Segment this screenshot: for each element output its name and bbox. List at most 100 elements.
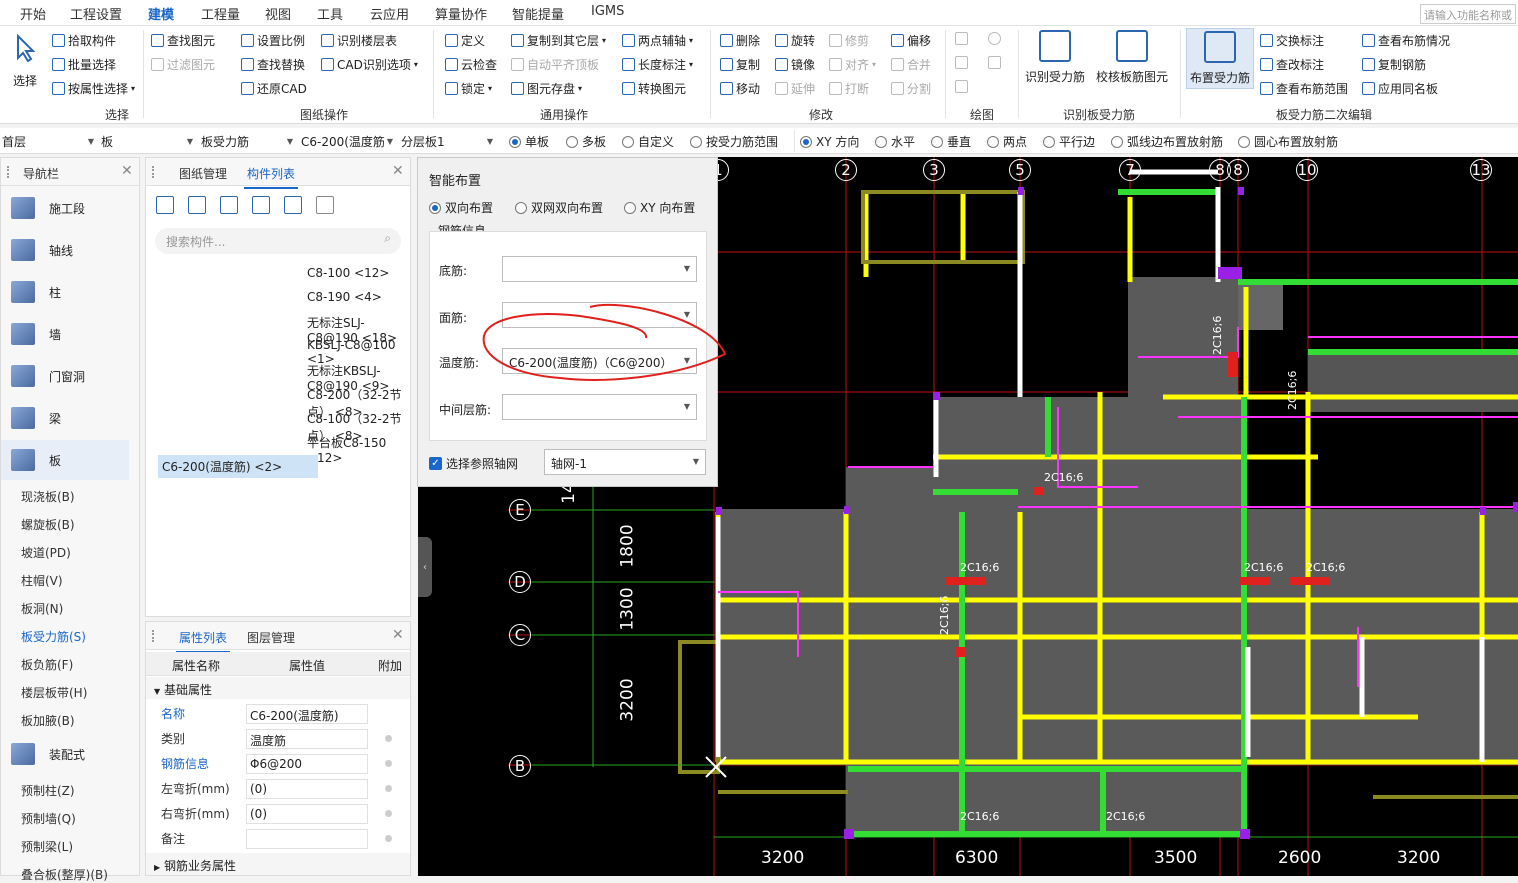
section-rebar-business[interactable]: ▶ 钢筋业务属性 [146, 853, 410, 875]
delete-icon[interactable] [220, 196, 238, 214]
prop-value[interactable]: (0) [246, 778, 368, 799]
sub-item[interactable]: 预制梁(L) [21, 838, 73, 855]
tab-layer-manage[interactable]: 图层管理 [247, 629, 295, 646]
grid-select[interactable]: 轴网-1 ▼ [544, 449, 706, 475]
split-button[interactable]: 分割 [891, 80, 931, 97]
nav-item-column[interactable]: 柱 [1, 272, 129, 312]
close-icon[interactable]: ✕ [392, 163, 404, 179]
length-dim-button[interactable]: 长度标注 ▾ [622, 56, 693, 73]
copy-rebar-button[interactable]: 复制钢筋 [1362, 56, 1426, 73]
save-element-button[interactable]: 图元存盘 ▾ [511, 80, 582, 97]
convert-element-button[interactable]: 转换图元 [622, 80, 686, 97]
sub-item[interactable]: 板加腋(B) [21, 712, 75, 729]
nav-item-slab[interactable]: 板 [1, 440, 129, 480]
component-search-input[interactable]: 搜索构件... ⌕ [155, 228, 401, 254]
edit-label-button[interactable]: 查改标注 [1260, 56, 1324, 73]
menu-modeling[interactable]: 建模 [148, 4, 175, 28]
menu-igms[interactable]: IGMS [591, 4, 624, 19]
sub-item[interactable]: 螺旋板(B) [21, 516, 75, 533]
menu-start[interactable]: 开始 [20, 4, 46, 23]
grip-icon[interactable] [152, 166, 156, 178]
list-item[interactable]: C8-100 <12> [307, 266, 389, 280]
batch-select-button[interactable]: 批量选择 [52, 56, 116, 73]
prop-value[interactable]: 温度筋 [246, 728, 368, 749]
close-icon[interactable]: ✕ [392, 627, 404, 643]
delete-button[interactable]: 删除 [720, 32, 760, 49]
view-rebar-status-button[interactable]: 查看布筋情况 [1362, 32, 1450, 49]
cloud-check-button[interactable]: 云检查 [445, 56, 497, 73]
nav-item-opening[interactable]: 门窗洞 [1, 356, 129, 396]
sub-item[interactable]: 预制墙(Q) [21, 810, 76, 827]
menu-view[interactable]: 视图 [265, 4, 291, 23]
radio-single-slab[interactable]: 单板 [509, 133, 549, 150]
cad-options-button[interactable]: CAD识别选项 ▾ [321, 56, 418, 73]
sub-item[interactable]: 现浇板(B) [21, 488, 75, 505]
check-slab-rebar-button[interactable]: 校核板筋图元 [1096, 30, 1168, 85]
select-button[interactable]: 选择 [10, 32, 40, 89]
menu-smart[interactable]: 智能提量 [512, 4, 564, 23]
recognize-rebar-button[interactable]: 识别受力筋 [1025, 30, 1085, 85]
layer-copy-icon[interactable] [252, 196, 270, 214]
sub-item-active[interactable]: 板受力筋(S) [21, 628, 86, 645]
sort-icon[interactable] [284, 196, 302, 214]
nav-item-assembly[interactable]: 装配式 [1, 734, 129, 774]
view-rebar-range-button[interactable]: 查看布筋范围 [1260, 80, 1348, 97]
copy-button[interactable]: 复制 [720, 56, 760, 73]
nav-item-axis[interactable]: 轴线 [1, 230, 129, 270]
section-basic[interactable]: ▼ 基础属性 [146, 677, 410, 699]
draw-point-button[interactable] [955, 32, 968, 45]
radio-xy-layout[interactable]: XY 向布置 [624, 199, 695, 216]
find-replace-button[interactable]: 查找替换 [241, 56, 305, 73]
menu-collab[interactable]: 算量协作 [435, 4, 487, 23]
radio-xy-direction[interactable]: XY 方向 [800, 133, 859, 150]
define-button[interactable]: 定义 [445, 32, 485, 49]
rotate-button[interactable]: 旋转 [775, 32, 815, 49]
trim-button[interactable]: 修剪 [829, 32, 869, 49]
prop-value[interactable]: (0) [246, 803, 368, 824]
radio-vertical[interactable]: 垂直 [931, 133, 971, 150]
collapse-handle[interactable]: ‹ [418, 537, 432, 597]
grip-icon[interactable] [152, 630, 156, 642]
nav-item-beam[interactable]: 梁 [1, 398, 129, 438]
pick-component-button[interactable]: 拾取构件 [52, 32, 116, 49]
offset-button[interactable]: 偏移 [891, 32, 931, 49]
two-point-axis-button[interactable]: 两点辅轴 ▾ [622, 32, 693, 49]
sub-item[interactable]: 板负筋(F) [21, 656, 73, 673]
sub-item[interactable]: 坡道(PD) [21, 544, 71, 561]
radio-double-net[interactable]: 双网双向布置 [515, 199, 603, 216]
radio-custom[interactable]: 自定义 [622, 133, 674, 150]
list-item-selected[interactable]: C6-200(温度筋) <2> [158, 455, 318, 478]
move-button[interactable]: 移动 [720, 80, 760, 97]
copy-icon[interactable] [188, 196, 206, 214]
layer-select[interactable]: 分层板1 ▼ [399, 131, 495, 151]
type-select[interactable]: 板受力筋 ▼ [199, 131, 295, 151]
tab-component-list[interactable]: 构件列表 [243, 165, 299, 189]
auto-align-top-button[interactable]: 自动平齐顶板 [511, 56, 599, 73]
sub-item[interactable]: 柱帽(V) [21, 572, 63, 589]
tab-attribute-list[interactable]: 属性列表 [175, 629, 231, 653]
nav-item-construction[interactable]: 施工段 [1, 188, 129, 228]
sub-item[interactable]: 叠合板(整厚)(B) [21, 866, 108, 883]
sub-item[interactable]: 预制柱(Z) [21, 782, 75, 799]
menu-tools[interactable]: 工具 [317, 4, 343, 23]
swap-label-button[interactable]: 交换标注 [1260, 32, 1324, 49]
floor-select[interactable]: 首层 ▼ [0, 131, 96, 151]
radio-arc-radial[interactable]: 弧线边布置放射筋 [1111, 133, 1223, 150]
draw-line-button[interactable] [955, 56, 968, 69]
break-button[interactable]: 打断 [829, 80, 869, 97]
select-by-attr-button[interactable]: 按属性选择 ▾ [52, 80, 135, 97]
tab-drawing-manage[interactable]: 图纸管理 [179, 165, 227, 182]
merge-button[interactable]: 合并 [891, 56, 931, 73]
menu-cloud[interactable]: 云应用 [370, 4, 409, 23]
sub-item[interactable]: 板洞(N) [21, 600, 63, 617]
sub-item[interactable]: 楼层板带(H) [21, 684, 87, 701]
find-element-button[interactable]: 查找图元 [151, 32, 215, 49]
close-icon[interactable]: ✕ [121, 163, 133, 179]
copy-to-floor-button[interactable]: 复制到其它层 ▾ [511, 32, 606, 49]
radio-parallel-edge[interactable]: 平行边 [1043, 133, 1095, 150]
prop-value[interactable]: C6-200(温度筋) [246, 703, 368, 724]
draw-arc-button[interactable] [955, 80, 968, 93]
radio-by-range[interactable]: 按受力筋范围 [690, 133, 778, 150]
menu-quantity[interactable]: 工程量 [201, 4, 240, 23]
list-item[interactable]: 平台板C8-150 <12> [307, 434, 410, 465]
